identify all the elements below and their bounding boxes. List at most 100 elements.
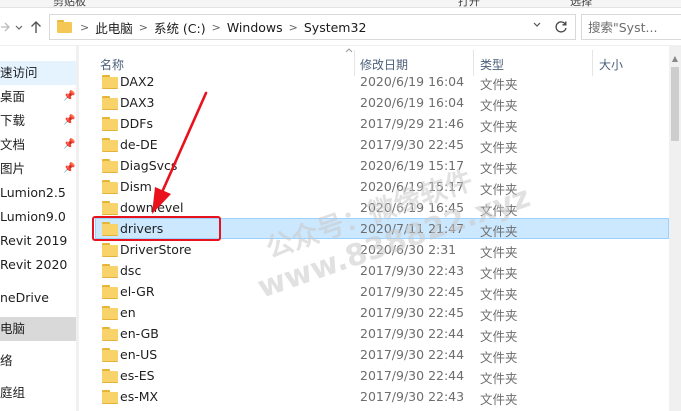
folder-icon: [102, 327, 118, 341]
folder-icon: [102, 369, 118, 383]
file-type: 文件夹: [480, 119, 518, 134]
file-row[interactable]: downlevel 2020/6/19 16:45 文件夹: [95, 197, 669, 218]
folder-icon: [102, 159, 118, 173]
sort-ascending-icon: [344, 46, 354, 56]
file-modified: 2017/9/30 22:45: [360, 137, 465, 152]
sidebar-scrollbar[interactable]: [76, 46, 79, 411]
file-row[interactable]: el-GR 2017/9/30 22:45 文件夹: [95, 281, 669, 302]
breadcrumb-system32[interactable]: System32: [304, 20, 367, 35]
sidebar-item-pictures[interactable]: 图片 📌: [0, 157, 77, 181]
file-row[interactable]: es-ES 2017/9/30 22:44 文件夹: [95, 365, 669, 386]
file-name: downlevel: [120, 200, 184, 215]
pin-icon: 📌: [63, 91, 76, 102]
navigation-pane: 速访问 桌面 📌 下载 📌 文档 📌 图片 📌 Lumion2.5 Lumion9.0 …: [0, 46, 79, 411]
sidebar-item-desktop[interactable]: 桌面 📌: [0, 85, 77, 109]
address-bar-row: > 此电脑 > 系统 (C:) > Windows > System32: [0, 8, 681, 46]
sidebar-item-documents[interactable]: 文档 📌: [0, 133, 77, 157]
file-name: es-ES: [120, 368, 155, 383]
file-name: DDFs: [120, 116, 153, 131]
folder-icon: [102, 180, 118, 194]
breadcrumb-this-pc[interactable]: 此电脑: [95, 18, 133, 37]
sidebar-item-label: 庭组: [0, 385, 26, 400]
refresh-icon[interactable]: [549, 19, 573, 37]
sidebar-item-quick-access[interactable]: 速访问: [0, 61, 77, 85]
folder-icon: [102, 75, 118, 89]
file-row[interactable]: dsc 2017/9/30 22:43 文件夹: [95, 260, 669, 281]
sidebar-item-homegroup[interactable]: 庭组: [0, 381, 77, 405]
file-modified: 2017/9/30 22:45: [360, 284, 465, 299]
file-row[interactable]: Dism 2020/6/19 15:17 文件夹: [95, 176, 669, 197]
pin-icon: 📌: [63, 163, 76, 174]
folder-icon: [102, 201, 118, 215]
file-row[interactable]: DAX3 2020/6/19 16:04 文件夹: [95, 92, 669, 113]
breadcrumb-c-drive[interactable]: 系统 (C:): [154, 18, 206, 37]
file-row[interactable]: DAX2 2020/6/19 16:04 文件夹: [95, 71, 669, 92]
file-row[interactable]: DDFs 2017/9/29 21:46 文件夹: [95, 113, 669, 134]
sidebar-item-label: 桌面: [0, 89, 26, 104]
ribbon-label-clipboard: 剪贴板: [53, 0, 86, 8]
sidebar-item-onedrive[interactable]: neDrive: [0, 286, 77, 310]
file-type: 文件夹: [480, 245, 518, 260]
breadcrumb-chevron-icon[interactable]: >: [212, 21, 221, 34]
sidebar-item-this-pc[interactable]: 电脑: [0, 317, 77, 341]
sidebar-item-label: 图片: [0, 161, 26, 176]
folder-icon: [102, 285, 118, 299]
sidebar-item-label: Revit 2019: [0, 233, 68, 248]
sidebar-item-lumion25[interactable]: Lumion2.5: [0, 181, 77, 205]
folder-icon: [57, 20, 72, 33]
breadcrumb-chevron-icon[interactable]: >: [139, 21, 148, 34]
file-name: DAX2: [120, 74, 155, 89]
sidebar-item-network[interactable]: 络: [0, 349, 77, 373]
file-row[interactable]: en 2017/9/30 22:45 文件夹: [95, 302, 669, 323]
sidebar-item-label: 速访问: [0, 65, 38, 80]
up-arrow-icon[interactable]: [28, 18, 44, 36]
file-row[interactable]: de-DE 2017/9/30 22:45 文件夹: [95, 134, 669, 155]
file-row[interactable]: es-MX 2017/9/30 22:43 文件夹: [95, 386, 669, 407]
file-name: de-DE: [120, 137, 158, 152]
file-name: Dism: [120, 179, 152, 194]
file-type: 文件夹: [480, 392, 518, 407]
breadcrumb-chevron-icon[interactable]: >: [80, 21, 89, 34]
file-name: en: [120, 305, 136, 320]
scrollbar-thumb[interactable]: [671, 67, 679, 141]
file-modified: 2017/9/30 22:43: [360, 263, 465, 278]
sidebar-item-revit2020[interactable]: Revit 2020: [0, 253, 77, 277]
file-name: DAX3: [120, 95, 155, 110]
file-row[interactable]: DiagSvcs 2020/6/19 15:17 文件夹: [95, 155, 669, 176]
file-modified: 2017/9/30 22:45: [360, 305, 465, 320]
file-modified: 2020/6/30 2:31: [360, 242, 457, 257]
chevron-down-icon[interactable]: [11, 18, 27, 36]
pin-icon: 📌: [63, 115, 76, 126]
sidebar-item-downloads[interactable]: 下载 📌: [0, 109, 77, 133]
sidebar-item-label: 下载: [0, 113, 26, 128]
sidebar-item-revit2019[interactable]: Revit 2019: [0, 229, 77, 253]
sidebar-item-label: 文档: [0, 137, 26, 152]
sidebar-item-lumion90[interactable]: Lumion9.0: [0, 205, 77, 229]
file-modified: 2020/6/19 16:45: [360, 200, 465, 215]
file-name: es-MX: [120, 389, 159, 404]
file-modified: 2017/9/30 22:44: [360, 326, 465, 341]
forward-arrow-icon[interactable]: [0, 18, 10, 36]
address-bar[interactable]: > 此电脑 > 系统 (C:) > Windows > System32: [49, 14, 576, 40]
file-modified: 2017/9/30 22:43: [360, 389, 465, 404]
file-name: DiagSvcs: [120, 158, 178, 173]
address-dropdown-icon[interactable]: [532, 18, 542, 35]
file-name: DriverStore: [120, 242, 192, 257]
file-modified: 2017/9/30 22:44: [360, 347, 465, 362]
file-type: 文件夹: [480, 308, 518, 323]
file-row[interactable]: en-GB 2017/9/30 22:44 文件夹: [95, 323, 669, 344]
sidebar-item-label: 电脑: [0, 321, 26, 336]
file-modified: 2020/6/19 16:04: [360, 95, 465, 110]
file-row[interactable]: DriverStore 2020/6/30 2:31 文件夹: [95, 239, 669, 260]
scroll-up-icon[interactable]: ▲: [669, 52, 681, 66]
search-input[interactable]: [588, 16, 676, 38]
breadcrumb-windows[interactable]: Windows: [227, 20, 283, 35]
file-type: 文件夹: [480, 329, 518, 344]
search-box[interactable]: [581, 14, 681, 40]
folder-icon: [102, 306, 118, 320]
file-type: 文件夹: [480, 266, 518, 281]
file-row[interactable]: en-US 2017/9/30 22:44 文件夹: [95, 344, 669, 365]
breadcrumb-chevron-icon[interactable]: >: [289, 21, 298, 34]
file-type: 文件夹: [480, 98, 518, 113]
file-modified: 2020/6/19 16:04: [360, 74, 465, 89]
